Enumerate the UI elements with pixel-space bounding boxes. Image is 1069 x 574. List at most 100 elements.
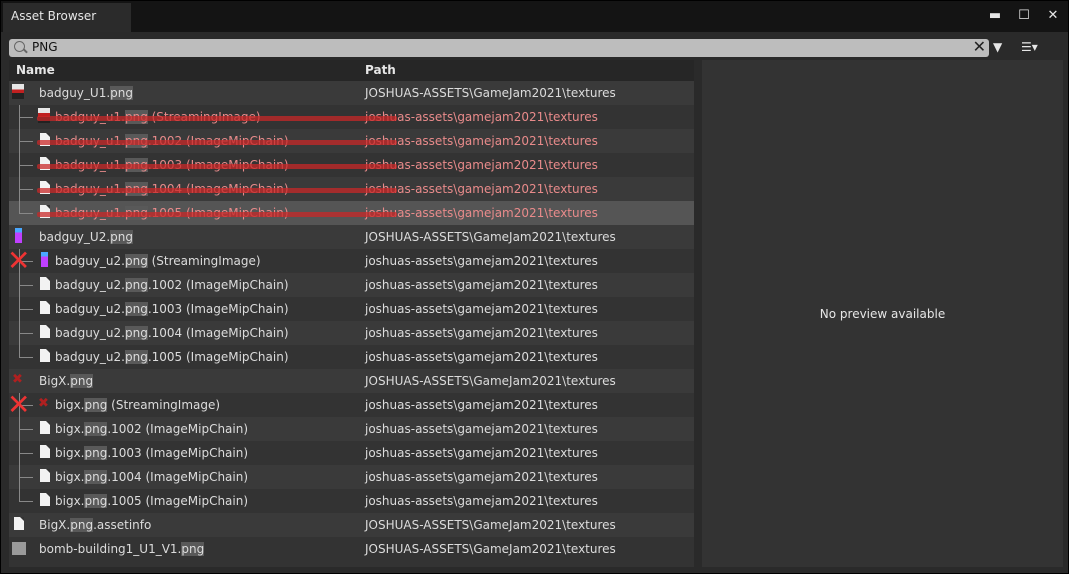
asset-name-suffix: .1002 (ImageMipChain): [107, 422, 249, 436]
asset-list: Name Path badguy_U1.png JOSHUAS-ASSETS\Ga…: [9, 60, 694, 567]
asset-path: JOSHUAS-ASSETS\GameJam2021\textures: [365, 518, 616, 532]
asset-name-prefix: bigx.: [55, 470, 85, 484]
asset-name-prefix: badguy_U2.: [39, 230, 111, 244]
asset-path: joshuas-assets\gamejam2021\textures: [365, 470, 598, 484]
preview-message: No preview available: [819, 307, 946, 321]
table-row[interactable]: ✖ BigX.png JOSHUAS-ASSETS\GameJam2021\text…: [9, 369, 694, 393]
table-row[interactable]: badguy_u2.png.1002 (ImageMipChain) joshua…: [9, 273, 694, 297]
asset-name-prefix: BigX.: [39, 518, 71, 532]
table-row[interactable]: badguy_u2.png.1004 (ImageMipChain) joshua…: [9, 321, 694, 345]
asset-path: JOSHUAS-ASSETS\GameJam2021\textures: [365, 542, 616, 556]
asset-path: joshuas-assets\gamejam2021\textures: [365, 278, 598, 292]
image-thumbnail-icon: [12, 84, 24, 99]
file-icon: [40, 301, 50, 314]
tree-branch: [19, 117, 33, 118]
search-match-highlight: png: [124, 350, 148, 364]
asset-path: joshuas-assets\gamejam2021\textures: [365, 254, 598, 268]
asset-path: joshuas-assets\gamejam2021\textures: [365, 158, 598, 172]
file-icon: [40, 349, 50, 362]
file-icon: [40, 469, 50, 482]
table-row[interactable]: bigx.png.1004 (ImageMipChain) joshuas-ass…: [9, 465, 694, 489]
table-row[interactable]: badguy_U1.png JOSHUAS-ASSETS\GameJam2021\…: [9, 81, 694, 105]
tree-branch: [19, 309, 33, 310]
clear-search-icon[interactable]: ✕: [973, 38, 986, 56]
asset-name: bigx.png.1004 (ImageMipChain): [55, 470, 248, 484]
search-match-highlight: png: [84, 398, 108, 412]
menu-icon[interactable]: ☰▾: [1021, 40, 1038, 54]
asset-name: badguy_U2.png: [39, 230, 133, 244]
table-row[interactable]: badguy_u1.png.1003 (ImageMipChain)joshua…: [9, 153, 694, 177]
table-row[interactable]: badguy_u1.png.1004 (ImageMipChain)joshua…: [9, 177, 694, 201]
image-thumbnail-icon: [15, 228, 22, 243]
table-row[interactable]: bomb-building1_U1_V1.png JOSHUAS-ASSETS\G…: [9, 537, 694, 561]
table-row[interactable]: bigx.png.1003 (ImageMipChain) joshuas-ass…: [9, 441, 694, 465]
asset-browser-window: Asset Browser ▬ ☐ ✕ PNG ✕ ▼ ☰▾ Name Path…: [0, 0, 1069, 574]
column-path-header[interactable]: Path: [365, 63, 396, 77]
table-row[interactable]: bigx.png.1005 (ImageMipChain) joshuas-ass…: [9, 489, 694, 513]
search-input[interactable]: PNG ✕: [9, 38, 989, 57]
tree-branch: [19, 429, 33, 430]
table-row[interactable]: badguy_u2.png (StreamingImage) joshuas-as…: [9, 244, 694, 277]
error-x-icon: ✕: [9, 388, 31, 421]
tree-branch: [19, 333, 33, 334]
tree-branch: [19, 165, 33, 166]
file-icon: [40, 421, 50, 434]
table-row[interactable]: badguy_u1.png.1002 (ImageMipChain)joshua…: [9, 129, 694, 153]
asset-path: JOSHUAS-ASSETS\GameJam2021\textures: [365, 374, 616, 388]
table-row[interactable]: ✖ bigx.png (StreamingImage) joshuas-assets…: [9, 388, 694, 421]
table-row[interactable]: badguy_U2.png JOSHUAS-ASSETS\GameJam2021\…: [9, 225, 694, 249]
table-row[interactable]: BigX.png.assetinfo JOSHUAS-ASSETS\GameJam…: [9, 513, 694, 537]
asset-name-prefix: bomb-building1_U1_V1.: [39, 542, 182, 556]
minimize-button[interactable]: ▬: [984, 7, 1006, 25]
tree-branch: [19, 285, 33, 286]
search-toolbar: PNG ✕ ▼ ☰▾: [1, 32, 1068, 60]
asset-name-prefix: bigx.: [55, 446, 85, 460]
tree-branch: [19, 357, 33, 358]
title-bar: Asset Browser ▬ ☐ ✕: [1, 1, 1068, 32]
asset-name-suffix: .1003 (ImageMipChain): [147, 302, 289, 316]
asset-name: BigX.png: [39, 374, 94, 388]
search-match-highlight: png: [124, 326, 148, 340]
asset-name: badguy_u2.png.1005 (ImageMipChain): [55, 350, 289, 364]
tree-branch: [19, 141, 33, 142]
asset-path: joshuas-assets\gamejam2021\textures: [365, 446, 598, 460]
asset-name-prefix: badguy_U1.: [39, 86, 111, 100]
asset-name: bigx.png.1002 (ImageMipChain): [55, 422, 248, 436]
tree-branch: [19, 501, 33, 502]
maximize-button[interactable]: ☐: [1013, 7, 1035, 25]
asset-name-suffix: .1005 (ImageMipChain): [147, 350, 289, 364]
search-match-highlight: png: [84, 446, 108, 460]
file-icon: [40, 277, 50, 290]
close-button[interactable]: ✕: [1042, 7, 1064, 25]
asset-name-suffix: .1002 (ImageMipChain): [147, 278, 289, 292]
asset-name: BigX.png.assetinfo: [39, 518, 151, 532]
preview-panel: No preview available: [702, 60, 1063, 567]
tree-branch: [19, 213, 33, 214]
asset-path: joshuas-assets\gamejam2021\textures: [365, 302, 598, 316]
search-match-highlight: png: [84, 470, 108, 484]
image-thumbnail-icon: [12, 542, 26, 555]
table-row[interactable]: badguy_u1.png.1005 (ImageMipChain)joshua…: [9, 201, 694, 225]
column-name-header[interactable]: Name: [16, 63, 55, 77]
asset-name: bigx.png.1003 (ImageMipChain): [55, 446, 248, 460]
table-row[interactable]: badguy_u1.png (StreamingImage)joshuas-as…: [9, 105, 694, 129]
search-match-highlight: png: [70, 518, 94, 532]
asset-name-prefix: bigx.: [55, 494, 85, 508]
asset-path: joshuas-assets\gamejam2021\textures: [365, 494, 598, 508]
search-match-highlight: png: [124, 254, 148, 268]
search-match-highlight: png: [84, 422, 108, 436]
asset-name: badguy_u2.png.1003 (ImageMipChain): [55, 302, 289, 316]
table-row[interactable]: badguy_u2.png.1005 (ImageMipChain) joshua…: [9, 345, 694, 369]
asset-name: badguy_u2.png.1002 (ImageMipChain): [55, 278, 289, 292]
asset-rows: badguy_U1.png JOSHUAS-ASSETS\GameJam2021\…: [9, 81, 694, 561]
search-match-highlight: png: [124, 302, 148, 316]
table-row[interactable]: bigx.png.1002 (ImageMipChain) joshuas-ass…: [9, 417, 694, 441]
tab-asset-browser[interactable]: Asset Browser: [3, 3, 131, 32]
search-match-highlight: png: [110, 230, 133, 244]
filter-icon[interactable]: ▼: [993, 40, 1002, 54]
error-strike-mark: [37, 212, 397, 217]
table-row[interactable]: badguy_u2.png.1003 (ImageMipChain) joshua…: [9, 297, 694, 321]
error-x-icon: ✕: [9, 244, 31, 277]
column-header: Name Path: [9, 60, 694, 81]
file-icon: [40, 493, 50, 506]
